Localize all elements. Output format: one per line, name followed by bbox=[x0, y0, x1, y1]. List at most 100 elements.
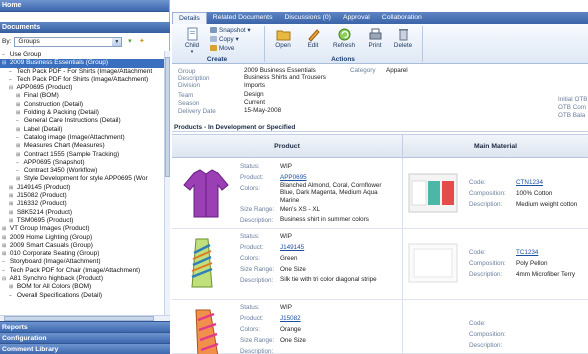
sort-select[interactable]: Groups ▼ bbox=[14, 36, 123, 47]
tree-item[interactable]: ⊞ Final (BOM) bbox=[0, 92, 164, 100]
tree-item[interactable]: – Tech Pack PDF - For Shirts (Image/Atta… bbox=[0, 68, 164, 76]
expand-icon[interactable]: ⊞ bbox=[9, 184, 15, 192]
products-table-body: Status: WIP Product: APP0695 Colors: Blanched… bbox=[172, 159, 588, 354]
expand-icon[interactable]: ⊞ bbox=[16, 92, 22, 100]
expand-icon[interactable]: ⊞ bbox=[9, 217, 15, 225]
tree-item[interactable]: – Catalog image (Image/Attachment) bbox=[0, 134, 164, 142]
product-row[interactable]: Status: WIP Product: J15082 Colors: Orange Siz… bbox=[172, 300, 588, 354]
configuration-section[interactable]: Configuration bbox=[0, 332, 170, 343]
tree-item[interactable]: ⊟ A81 Synchro highback (Product) bbox=[0, 275, 164, 283]
tree-item[interactable]: ⊞ 2009 Home Lighting (Group) bbox=[0, 234, 164, 242]
expand-icon[interactable]: ⊞ bbox=[16, 175, 22, 183]
tree-item[interactable]: ⊞ TSM0695 (Product) bbox=[0, 217, 164, 225]
product-link[interactable]: APP0695 bbox=[280, 174, 307, 181]
collapse-icon[interactable]: ⊟ bbox=[9, 84, 15, 92]
tree-item[interactable]: ⊞ BOM for All Colors (BOM) bbox=[0, 283, 164, 291]
tree-item[interactable]: – Tech Pack PDF for Chair (Image/Attachm… bbox=[0, 267, 164, 275]
material-code-link[interactable]: TC1234 bbox=[516, 249, 538, 256]
copy-button[interactable]: Copy ▾ bbox=[210, 36, 239, 43]
product-image[interactable] bbox=[178, 306, 234, 354]
child-button[interactable]: Child ▾ bbox=[180, 27, 204, 55]
tree-item[interactable]: ⊞ 010 Corporate Seating (Group) bbox=[0, 250, 164, 258]
expand-icon[interactable]: ⊞ bbox=[16, 101, 22, 109]
tree-item-label: J16332 (Product) bbox=[16, 200, 67, 208]
expand-icon[interactable]: ⊞ bbox=[2, 242, 8, 250]
expand-icon[interactable]: ⊞ bbox=[16, 126, 22, 134]
expand-icon[interactable]: ⊞ bbox=[16, 109, 22, 117]
tree-item[interactable]: ⊞ J149145 (Product) bbox=[0, 184, 164, 192]
open-button[interactable]: Open bbox=[270, 27, 296, 49]
open-label: Open bbox=[275, 42, 291, 49]
print-button[interactable]: Print bbox=[362, 27, 388, 49]
tree-item[interactable]: ⊞ J15082 (Product) bbox=[0, 192, 164, 200]
comment-library-section[interactable]: Comment Library bbox=[0, 343, 170, 354]
home-header[interactable]: Home bbox=[0, 0, 169, 12]
refresh-button[interactable]: Refresh bbox=[330, 27, 358, 49]
delete-button[interactable]: Delete bbox=[390, 27, 416, 49]
product-row[interactable]: Status: WIP Product: APP0695 Colors: Blanched… bbox=[172, 159, 588, 229]
tab-details[interactable]: Details bbox=[172, 12, 207, 24]
expand-icon[interactable]: ⊞ bbox=[2, 250, 8, 258]
product-column-header[interactable]: Product bbox=[172, 135, 402, 159]
product-image[interactable] bbox=[178, 235, 234, 291]
details-pane: Details Related Documents Discussions (0… bbox=[172, 0, 588, 354]
tree-item[interactable]: ⊞ J16332 (Product) bbox=[0, 200, 164, 208]
product-link[interactable]: J149145 bbox=[280, 244, 304, 251]
product-row[interactable]: Status: WIP Product: J149145 Colors: Green Siz… bbox=[172, 229, 588, 300]
chevron-down-icon[interactable]: ▾ bbox=[180, 49, 204, 55]
collapse-icon[interactable]: ⊟ bbox=[2, 59, 8, 67]
tree-item[interactable]: ⊟ APP0695 (Product) bbox=[0, 84, 164, 92]
tab-related-documents[interactable]: Related Documents bbox=[207, 12, 279, 24]
tree-vertical-scrollbar[interactable] bbox=[164, 51, 170, 315]
product-image[interactable] bbox=[178, 165, 234, 221]
main-material-column-header[interactable]: Main Material bbox=[403, 135, 588, 159]
tree-item[interactable]: ⊞ Style Development for style APP0695 (W… bbox=[0, 175, 164, 183]
colors-label: Colors: bbox=[240, 255, 260, 262]
edit-button[interactable]: Edit bbox=[300, 27, 326, 49]
material-code-link[interactable]: CTN1234 bbox=[516, 179, 543, 186]
expand-icon[interactable]: ⊞ bbox=[9, 283, 15, 291]
expand-icon[interactable]: ⊞ bbox=[16, 151, 22, 159]
material-swatch-image[interactable] bbox=[408, 243, 458, 283]
expand-icon[interactable]: ⊞ bbox=[9, 200, 15, 208]
tree-item[interactable]: – Tech Pack PDF for Shirts (Image/Attach… bbox=[0, 76, 164, 84]
tab-approval[interactable]: Approval bbox=[337, 12, 376, 24]
chevron-down-icon[interactable]: ▼ bbox=[112, 37, 122, 46]
scroll-thumb[interactable] bbox=[165, 57, 170, 177]
tree-item[interactable]: ⊞ S8K5214 (Product) bbox=[0, 209, 164, 217]
tree-item[interactable]: ⊞ Measures Chart (Measures) bbox=[0, 142, 164, 150]
filter-icon[interactable]: ▾ bbox=[125, 37, 134, 46]
tree-item[interactable]: ⊞ VT Group Images (Product) bbox=[0, 225, 164, 233]
tree-item[interactable]: ⊞ 2009 Smart Casuals (Group) bbox=[0, 242, 164, 250]
move-button[interactable]: Move bbox=[210, 45, 234, 52]
material-swatch-image[interactable] bbox=[408, 173, 458, 213]
reports-section[interactable]: Reports bbox=[0, 321, 170, 332]
documents-header[interactable]: Documents bbox=[0, 22, 170, 33]
tree-item-label: 2009 Home Lighting (Group) bbox=[9, 233, 93, 241]
tab-collaboration[interactable]: Collaboration bbox=[376, 12, 428, 24]
expand-icon[interactable]: ⊞ bbox=[9, 192, 15, 200]
collapse-icon[interactable]: ⊟ bbox=[2, 275, 8, 283]
expand-icon[interactable]: ⊞ bbox=[9, 209, 15, 217]
size-range-label: Size Range: bbox=[240, 266, 275, 273]
tree-item[interactable]: – APP0695 (Snapshot) bbox=[0, 159, 164, 167]
tree-item[interactable]: ⊞ Folding & Packing (Detail) bbox=[0, 109, 164, 117]
expand-icon[interactable]: ⊞ bbox=[2, 225, 8, 233]
product-link[interactable]: J15082 bbox=[280, 315, 301, 322]
tree-item[interactable]: ⊞ Contract 1555 (Sample Tracking) bbox=[0, 151, 164, 159]
tree-item[interactable]: ⊞ Label (Detail) bbox=[0, 126, 164, 134]
tree-item[interactable]: – Use Group bbox=[0, 51, 164, 59]
expand-icon[interactable]: ⊞ bbox=[2, 234, 8, 242]
tree-item[interactable]: – Contract 3450 (Workflow) bbox=[0, 167, 164, 175]
colors-label: Colors: bbox=[240, 185, 260, 192]
expand-icon[interactable]: ⊞ bbox=[16, 142, 22, 150]
tree-item[interactable]: – Overall Specifications (Detail) bbox=[0, 292, 164, 300]
refresh-icon[interactable]: ✦ bbox=[137, 37, 146, 46]
tree-item[interactable]: ⊞ Construction (Detail) bbox=[0, 101, 164, 109]
tree-item[interactable]: – General Care Instructions (Detail) bbox=[0, 117, 164, 125]
tree-item[interactable]: ⊟ 2009 Business Essentials (Group) bbox=[0, 59, 164, 68]
snapshot-button[interactable]: Snapshot ▾ bbox=[210, 27, 251, 34]
tree-item-label: 010 Corporate Seating (Group) bbox=[9, 250, 100, 258]
tab-discussions[interactable]: Discussions (0) bbox=[278, 12, 336, 24]
tree-item[interactable]: – Storyboard (Image/Attachment) bbox=[0, 258, 164, 266]
